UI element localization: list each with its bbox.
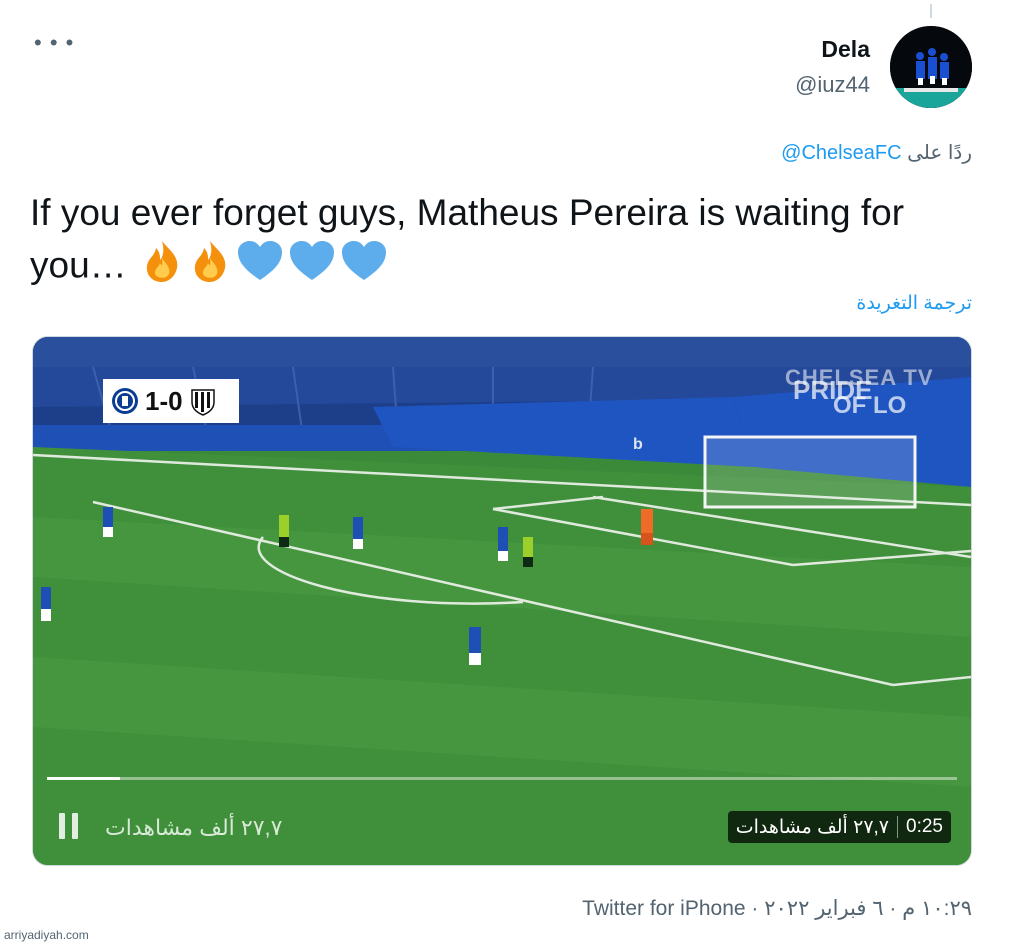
- reply-to-handle-link[interactable]: ChelseaFC@: [781, 142, 901, 164]
- thread-connector-line: [930, 4, 932, 18]
- tweet-timestamp-source[interactable]: ١٠:٢٩ م · ٦ فبراير ٢٠٢٢ · Twitter for iP…: [582, 896, 972, 921]
- video-views-faded: ٢٧,٧ ألف مشاهدات: [105, 815, 283, 840]
- video-info-badge: ٢٧,٧ ألف مشاهدات 0:25: [727, 811, 951, 843]
- match-score: 1-0: [145, 385, 183, 416]
- site-credit: arriyadiyah.com: [4, 928, 89, 942]
- svg-text:OF LO: OF LO: [833, 392, 906, 419]
- blue-heart-emoji: [235, 238, 285, 297]
- scoreboard: 1-0: [103, 379, 239, 423]
- pause-icon[interactable]: [59, 813, 81, 839]
- fire-emoji: [139, 238, 185, 297]
- video-progress-bar[interactable]: [47, 777, 957, 780]
- blue-heart-emoji: [339, 238, 389, 297]
- author-avatar[interactable]: [890, 26, 972, 108]
- video-player[interactable]: b PRIDE OF LO 1-0 CHELSEA TV ٢٧,٧ ألف مش…: [32, 336, 972, 866]
- more-horizontal-icon[interactable]: • • •: [34, 30, 74, 56]
- fire-emoji: [187, 238, 233, 297]
- svg-text:b: b: [633, 436, 643, 453]
- tweet-text: If you ever forget guys, Matheus Pereira…: [30, 188, 970, 297]
- translate-tweet-link[interactable]: ترجمة التغريدة: [856, 292, 972, 315]
- broadcaster-watermark: CHELSEA TV: [785, 365, 934, 390]
- author-handle[interactable]: @iuz44: [795, 72, 870, 98]
- video-duration: 0:25: [906, 816, 943, 837]
- avatar-image: [890, 26, 972, 108]
- author-display-name[interactable]: Dela: [821, 36, 870, 63]
- reply-to-prefix: ردًا على: [901, 142, 972, 164]
- west-brom-crest-icon: [189, 386, 217, 416]
- video-view-count: ٢٧,٧ ألف مشاهدات: [735, 816, 890, 838]
- video-progress-fill: [47, 777, 120, 780]
- chelsea-crest-icon: [111, 386, 139, 416]
- reply-context: ردًا على ChelseaFC@: [781, 140, 972, 165]
- blue-heart-emoji: [287, 238, 337, 297]
